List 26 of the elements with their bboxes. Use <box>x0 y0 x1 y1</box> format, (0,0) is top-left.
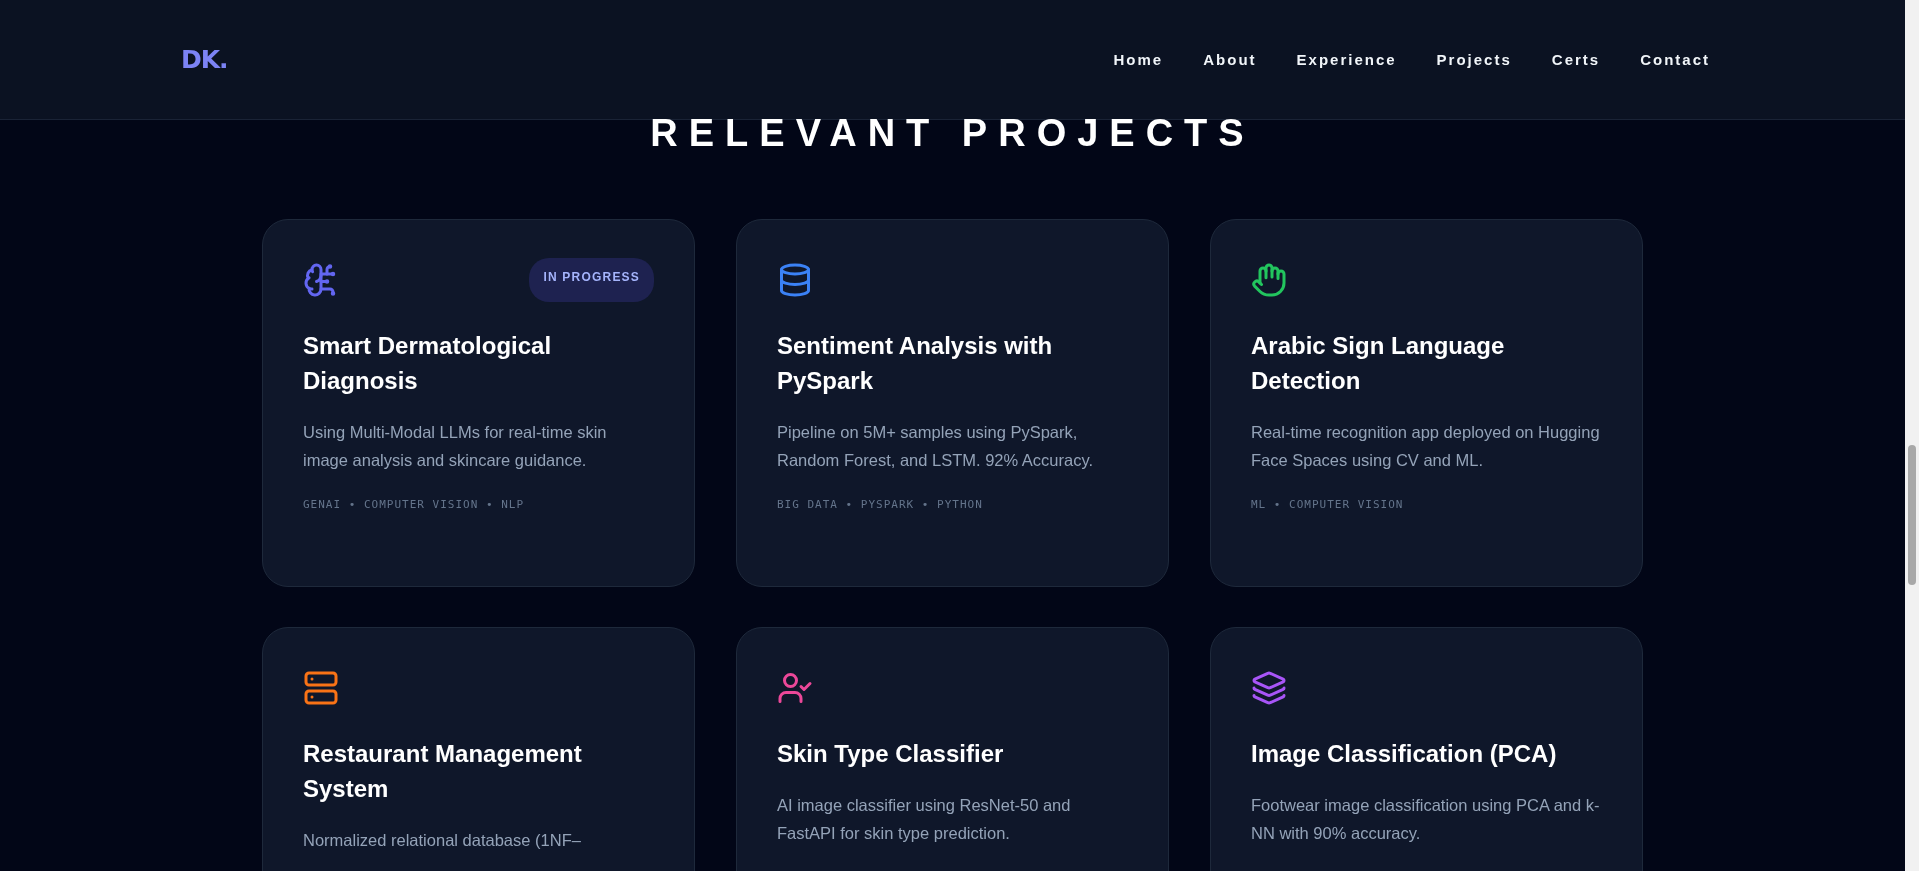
status-badge: IN PROGRESS <box>529 258 654 302</box>
project-title: Image Classification (PCA) <box>1251 739 1558 769</box>
project-description: Real-time recognition app deployed on Hugging Face Spaces using CV and ML. <box>1251 422 1601 471</box>
project-tags: GENAI • COMPUTER VISION • NLP <box>303 498 654 511</box>
nav-link[interactable]: Certs <box>1551 51 1601 68</box>
logo[interactable]: DK. <box>181 45 228 74</box>
project-description: AI image classifier using ResNet-50 and FastAPI for skin type prediction. <box>777 795 1072 844</box>
nav-link[interactable]: Experience <box>1296 51 1397 68</box>
project-title: Arabic Sign Language Detection <box>1251 331 1506 396</box>
project-description: Normalized relational database (1NF– <box>303 830 582 851</box>
section-title: RELEVANT PROJECTS <box>649 112 1256 155</box>
project-description: Footwear image classification using PCA and k-NN with 90% accuracy. <box>1251 795 1601 844</box>
project-title: Sentiment Analysis with PySpark <box>777 331 1054 396</box>
project-title: Skin Type Classifier <box>777 739 1005 769</box>
project-tags: ML • COMPUTER VISION <box>1251 498 1602 511</box>
nav-link[interactable]: Home <box>1113 51 1164 68</box>
project-description: Pipeline on 5M+ samples using PySpark, Random Forest, and LSTM. 92% Accuracy. <box>777 422 1095 471</box>
nav-link[interactable]: About <box>1203 51 1257 68</box>
nav-link[interactable]: Projects <box>1436 51 1512 68</box>
project-title: Smart Dermatological Diagnosis <box>303 331 553 396</box>
scrollbar[interactable] <box>1905 0 1919 871</box>
scrollbar-thumb[interactable] <box>1908 445 1916 585</box>
project-title: Restaurant Management System <box>303 739 583 804</box>
project-tags: BIG DATA • PYSPARK • PYTHON <box>777 498 1128 511</box>
nav-link[interactable]: Contact <box>1640 51 1710 68</box>
project-description: Using Multi-Modal LLMs for real-time skin image analysis and skincare guidance. <box>303 422 608 471</box>
